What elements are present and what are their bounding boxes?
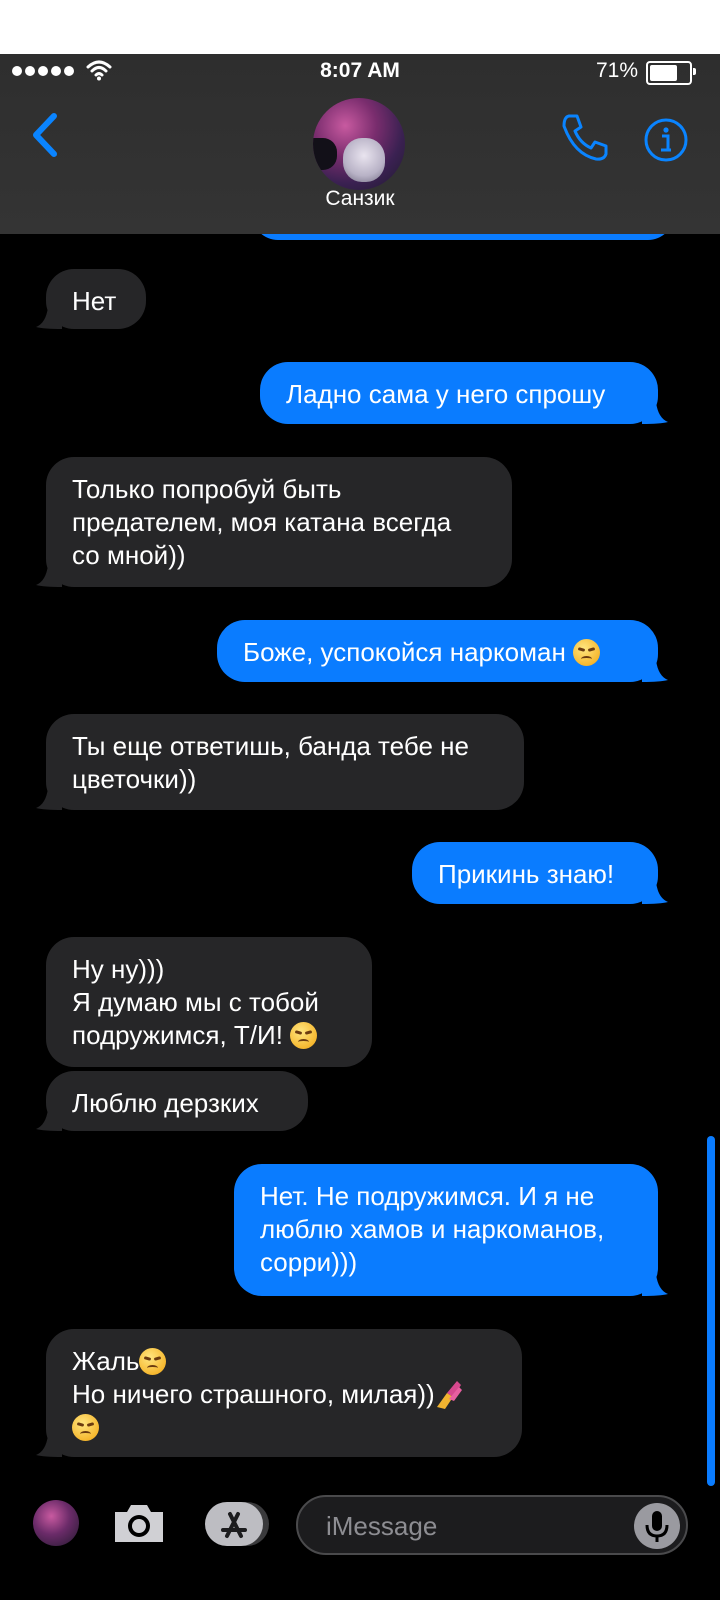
memoji-avatar-button[interactable] <box>33 1500 79 1546</box>
message-text: Боже, успокойся наркоман <box>243 637 566 667</box>
message-text: Но ничего страшного, милая)) <box>72 1379 435 1409</box>
message-bubble-incoming[interactable]: Нет <box>36 269 146 329</box>
imessage-input[interactable]: iMessage <box>296 1495 688 1555</box>
camera-icon[interactable] <box>111 1500 167 1546</box>
microphone-button[interactable] <box>634 1503 680 1549</box>
message-text: Нет <box>72 286 117 316</box>
message-bubble-outgoing[interactable]: Нет. Не подружимся. И я не люблю хамов и… <box>234 1164 668 1296</box>
smirking-face-icon <box>72 1414 99 1441</box>
top-strip <box>0 0 720 54</box>
contact-avatar[interactable] <box>313 98 405 190</box>
message-text: Только попробуй быть <box>72 474 342 504</box>
message-bubble-incoming[interactable]: Ну ну))) Я думаю мы с тобой подружимся, … <box>46 937 372 1067</box>
message-bubble-outgoing[interactable]: Прикинь знаю! <box>412 842 668 904</box>
confounded-face-icon <box>573 639 601 666</box>
message-text: Прикинь знаю! <box>438 859 615 889</box>
message-bubble-incoming[interactable]: Ты еще ответишь, банда тебе не цветочки)… <box>36 714 524 810</box>
message-text: цветочки)) <box>72 764 197 794</box>
battery-icon <box>646 61 696 85</box>
message-text: Я думаю мы с тобой <box>72 987 319 1017</box>
message-text: Люблю дерзких <box>72 1088 259 1118</box>
message-input-placeholder: iMessage <box>326 1511 438 1541</box>
info-icon[interactable] <box>643 117 689 163</box>
message-bubble-incoming[interactable]: Только попробуй быть предателем, моя кат… <box>36 457 512 587</box>
message-text: со мной)) <box>72 540 186 570</box>
contact-name[interactable]: Санзик <box>0 187 720 211</box>
message-text: Ну ну))) <box>72 954 165 984</box>
microphone-icon <box>645 1511 669 1542</box>
conversation-header: 8:07 AM 71% Санзик <box>0 54 720 234</box>
message-text: Нет. Не подружимся. И я не <box>260 1181 595 1211</box>
battery-percent: 71% <box>595 59 638 82</box>
message-text: Ладно сама у него спрошу <box>286 379 606 409</box>
scroll-indicator[interactable] <box>707 1136 715 1486</box>
message-bubble-outgoing[interactable]: Ладно сама у него спрошу <box>260 362 668 424</box>
message-text: Ты еще ответишь, банда тебе не <box>72 731 469 761</box>
message-bubble-incoming[interactable]: Жаль Но ничего страшного, милая)) <box>36 1329 522 1457</box>
message-bubble-outgoing[interactable]: Боже, успокойся наркоман <box>217 620 668 682</box>
message-text: предателем, моя катана всегда <box>72 507 452 537</box>
message-text: люблю хамов и наркоманов, <box>260 1214 605 1244</box>
status-bar: 8:07 AM 71% <box>0 54 720 90</box>
confounded-face-icon <box>139 1348 167 1375</box>
message-text: сорри))) <box>260 1247 358 1277</box>
back-chevron-icon[interactable] <box>28 112 64 158</box>
nail-polish-icon <box>436 1381 462 1409</box>
phone-icon[interactable] <box>560 112 608 162</box>
message-text: подружимся, Т/И! <box>72 1020 283 1050</box>
app-store-icon[interactable] <box>205 1502 269 1546</box>
message-bubble-incoming[interactable]: Люблю дерзких <box>36 1071 308 1131</box>
message-text: Жаль <box>72 1346 140 1376</box>
smirking-face-icon <box>290 1022 318 1049</box>
compose-bar: iMessage <box>0 1490 720 1600</box>
